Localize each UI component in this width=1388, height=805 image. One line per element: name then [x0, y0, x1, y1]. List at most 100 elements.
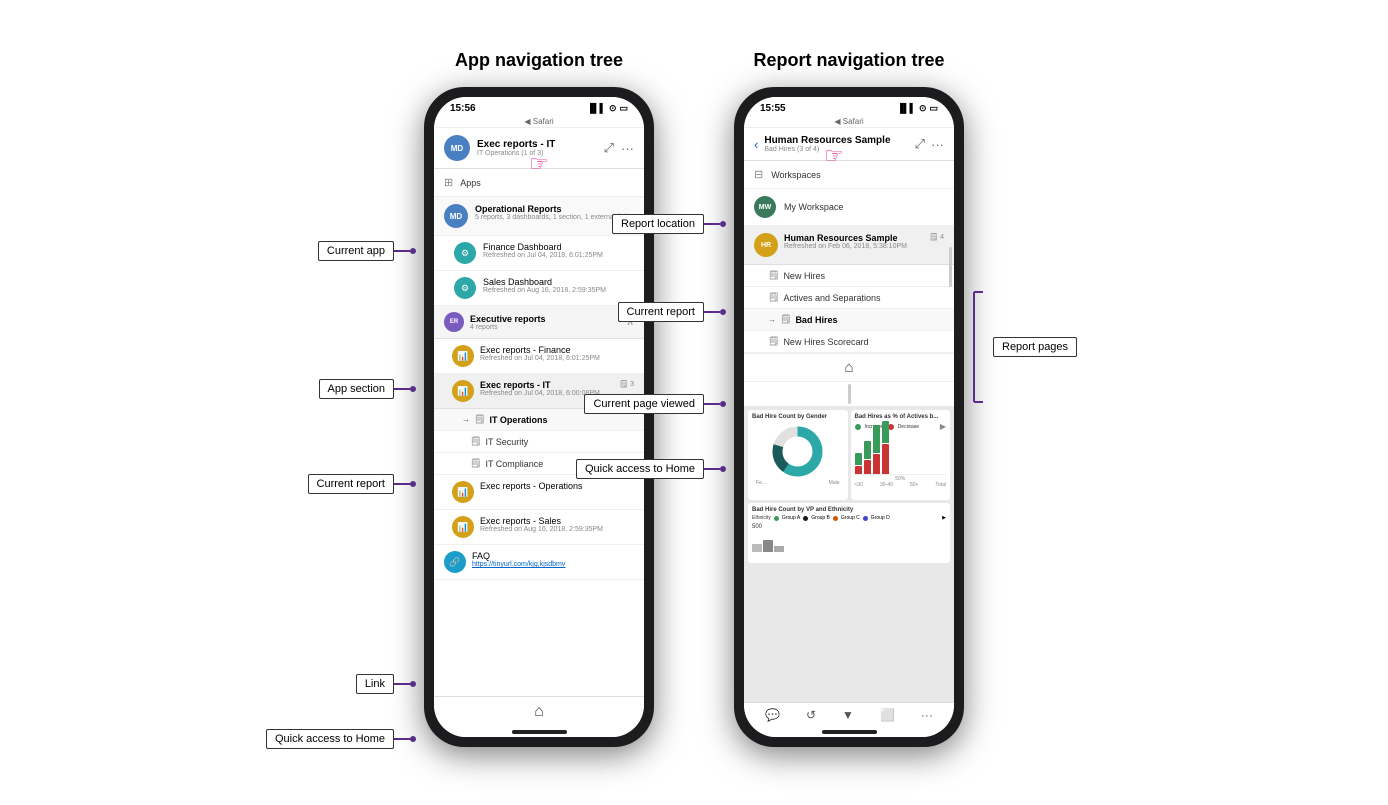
page-bad-hires[interactable]: → 🗒 Bad Hires: [744, 309, 954, 331]
report-pages-label: Report pages: [993, 337, 1077, 357]
back-icon-right[interactable]: ‹: [754, 137, 758, 152]
my-workspace-label: My Workspace: [784, 202, 843, 212]
exec-it-avatar: 📊: [452, 380, 474, 402]
more-icon-right[interactable]: ···: [931, 137, 944, 152]
hr-title: Human Resources Sample: [784, 233, 923, 243]
callout-label: Current app: [318, 241, 394, 261]
exec-it-title: Exec reports - IT: [480, 380, 613, 390]
finance-avatar: ⚙: [454, 242, 476, 264]
callout-current-page: Current page viewed: [496, 394, 726, 414]
top-charts-row: Bad Hire Count by Gender: [748, 410, 950, 500]
toolbar-filter-icon[interactable]: ▼: [842, 708, 854, 722]
report-location-label: Report location: [612, 214, 704, 234]
safari-bar-left: ◀ Safari: [434, 116, 644, 128]
page-new-hires[interactable]: 🗒 New Hires: [744, 265, 954, 287]
sales-subtitle: Refreshed on Aug 16, 2018, 2:59:35PM: [483, 287, 606, 294]
header-app-title: Exec reports - IT: [477, 139, 597, 150]
exec-sales-item[interactable]: 📊 Exec reports - Sales Refreshed on Aug …: [434, 510, 644, 545]
current-page-label: Current page viewed: [584, 394, 704, 414]
home-right-label: Quick access to Home: [576, 459, 704, 479]
exec-finance-item[interactable]: 📊 Exec reports - Finance Refreshed on Ju…: [434, 339, 644, 374]
callout-report-location: Report location: [506, 214, 726, 234]
status-bar-left: 15:56 ▐▌▌ ⊙ ▭: [434, 97, 644, 116]
expand-icon-right[interactable]: ⤢: [915, 136, 925, 152]
it-operations-label: IT Operations: [489, 415, 547, 425]
report-toolbar[interactable]: 💬 ↺ ▼ ⬜ ···: [744, 702, 954, 727]
finance-dashboard-item[interactable]: ⚙ Finance Dashboard Refreshed on Jul 04,…: [434, 236, 644, 271]
toolbar-comment-icon[interactable]: 💬: [765, 708, 780, 722]
exec-finance-sub: Refreshed on Jul 04, 2018, 6:01:25PM: [480, 355, 634, 362]
wifi-icon: ⊙: [609, 103, 617, 114]
report-header[interactable]: ‹ Human Resources Sample Bad Hires (3 of…: [744, 128, 954, 161]
faq-url[interactable]: https://tinyurl.com/kjg,kjsdbmv: [472, 561, 565, 568]
exec-ops-item[interactable]: 📊 Exec reports - Operations: [434, 475, 644, 510]
more-icon-left[interactable]: ···: [621, 141, 634, 156]
page-icon-3: 🗒: [470, 458, 481, 469]
scorecard-label: New Hires Scorecard: [783, 337, 868, 347]
status-icons-left: ▐▌▌ ⊙ ▭: [587, 103, 628, 114]
sales-dashboard-item[interactable]: ⚙ Sales Dashboard Refreshed on Aug 16, 2…: [434, 271, 644, 306]
callout-current-app: Current app: [216, 241, 416, 261]
page-scorecard[interactable]: 🗒 New Hires Scorecard: [744, 331, 954, 353]
sales-avatar: ⚙: [454, 277, 476, 299]
right-pages-bracket: Report pages: [969, 287, 1077, 407]
left-phone-row: Current app App section Current report: [424, 87, 654, 747]
callout-home-left: Quick access to Home: [196, 729, 416, 749]
toolbar-more-icon[interactable]: ···: [921, 708, 933, 722]
time-left: 15:56: [450, 103, 476, 114]
signal-icon-r: ▐▌▌: [897, 103, 916, 114]
exec-sales-sub: Refreshed on Aug 16, 2018, 2:59:35PM: [480, 526, 603, 533]
page-icon-as: 🗒: [768, 292, 779, 303]
right-phone-frame: 15:55 ▐▌▌ ⊙ ▭ ◀ Safari: [734, 87, 964, 747]
it-security-sub[interactable]: 🗒 IT Security: [434, 431, 644, 453]
callout-link: Link: [216, 674, 416, 694]
op-reports-title: Operational Reports: [475, 204, 628, 214]
home-icon-right[interactable]: ⌂: [844, 359, 853, 376]
nav-content-left: ⊞ Apps MD Operational Reports 5 reports,…: [434, 169, 644, 696]
toolbar-undo-icon[interactable]: ↺: [806, 708, 816, 722]
callout-label: Link: [356, 674, 394, 694]
exec-sales-title: Exec reports - Sales: [480, 516, 603, 526]
home-bar-left[interactable]: ⌂: [434, 696, 644, 727]
toolbar-layout-icon[interactable]: ⬜: [880, 708, 895, 722]
faq-link-item[interactable]: 🔗 FAQ https://tinyurl.com/kjg,kjsdbmv: [434, 545, 644, 580]
home-icon-left[interactable]: ⌂: [534, 703, 544, 721]
apps-label: Apps: [460, 178, 481, 188]
faq-title: FAQ: [472, 551, 565, 561]
finance-subtitle: Refreshed on Jul 04, 2018, 6:01:25PM: [483, 252, 603, 259]
bottom-chart-panel: Bad Hire Count by VP and Ethnicity Ethni…: [748, 503, 950, 563]
workspaces-icon: ⊟: [754, 168, 763, 181]
right-phone-screen: 15:55 ▐▌▌ ⊙ ▭ ◀ Safari: [744, 97, 954, 737]
current-report-label: Current report: [618, 302, 704, 322]
chart1-title: Bad Hire Count by Gender: [752, 414, 844, 420]
safari-bar-right: ◀ Safari: [744, 116, 954, 128]
page-actives[interactable]: 🗒 Actives and Separations: [744, 287, 954, 309]
new-hires-label: New Hires: [783, 271, 825, 281]
status-icons-right: ▐▌▌ ⊙ ▭: [897, 103, 938, 114]
expand-icon-left[interactable]: ⤢: [604, 140, 614, 156]
wifi-icon-r: ⊙: [919, 103, 927, 114]
faq-avatar: 🔗: [444, 551, 466, 573]
charts-area: Bad Hire Count by Gender: [744, 406, 954, 702]
report-pages-list: 🗒 New Hires 🗒 Actives and Separations: [744, 265, 954, 353]
page-icon-bh: 🗒: [780, 314, 791, 325]
time-right: 15:55: [760, 103, 786, 114]
finance-title: Finance Dashboard: [483, 242, 603, 252]
exec-it-badge: 🗒 3: [619, 380, 634, 388]
grid-icon: ⊞: [444, 176, 453, 189]
donut-chart-panel: Bad Hire Count by Gender: [748, 410, 848, 500]
callout-current-report-right: Current report: [506, 302, 726, 322]
hr-sub: Refreshed on Feb 06, 2018, 5:38:10PM: [784, 243, 923, 250]
home-row-right[interactable]: ⌂: [744, 353, 954, 382]
app-avatar-left: MD: [444, 135, 470, 161]
page-icon: 🗒: [474, 414, 485, 425]
battery-icon-r: ▭: [929, 103, 938, 114]
mw-avatar: MW: [754, 196, 776, 218]
battery-icon: ▭: [619, 103, 628, 114]
exec-sales-avatar: 📊: [452, 516, 474, 538]
callout-label: Current report: [308, 474, 394, 494]
hr-sample-item[interactable]: HR Human Resources Sample Refreshed on F…: [744, 226, 954, 265]
my-workspace-row[interactable]: MW My Workspace: [744, 189, 954, 226]
workspaces-row[interactable]: ⊟ Workspaces: [744, 161, 954, 189]
left-title: App navigation tree: [455, 50, 623, 71]
